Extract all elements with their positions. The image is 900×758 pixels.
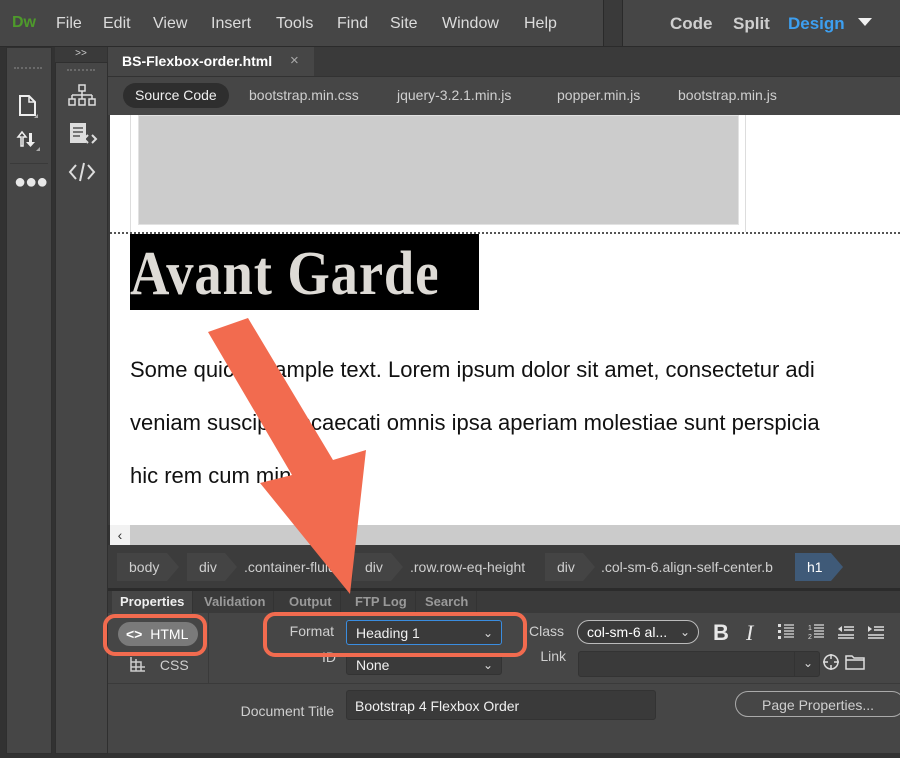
tab-properties[interactable]: Properties — [112, 591, 194, 613]
related-file-bootstrap-css[interactable]: bootstrap.min.css — [249, 87, 359, 103]
link-label: Link — [540, 648, 566, 664]
chevron-down-icon: ⌄ — [679, 625, 690, 639]
close-tab-icon[interactable]: × — [290, 52, 299, 69]
paragraph-line[interactable]: Some quick example text. Lorem ipsum dol… — [130, 357, 815, 383]
tab-validation[interactable]: Validation — [196, 591, 275, 613]
related-file-jquery[interactable]: jquery-3.2.1.min.js — [397, 87, 511, 103]
indent-icon[interactable] — [866, 622, 886, 645]
collapse-panels-button[interactable]: >> — [55, 47, 107, 62]
tag-div[interactable]: div — [545, 553, 595, 581]
link-input[interactable]: ⌄ — [578, 651, 820, 677]
document-title-input[interactable]: Bootstrap 4 Flexbox Order — [346, 690, 656, 720]
tab-output[interactable]: Output — [281, 591, 341, 613]
class-value: col-sm-6 al... — [587, 624, 668, 640]
dreamweaver-logo: Dw — [12, 14, 36, 31]
file-transfer-icon[interactable] — [16, 128, 42, 152]
related-file-bootstrap-js[interactable]: bootstrap.min.js — [678, 87, 777, 103]
id-value: None — [356, 657, 390, 673]
image-placeholder[interactable] — [138, 115, 739, 225]
browse-folder-icon[interactable] — [845, 654, 865, 675]
tag-row[interactable]: .row.row-eq-height — [404, 553, 533, 581]
related-file-popper[interactable]: popper.min.js — [557, 87, 640, 103]
related-file-source-code[interactable]: Source Code — [123, 83, 229, 108]
tag-col[interactable]: .col-sm-6.align-self-center.b — [595, 553, 781, 581]
bold-button[interactable]: B — [713, 620, 729, 646]
format-dropdown-callout — [263, 612, 527, 657]
chevron-down-icon: ⌄ — [482, 658, 493, 672]
toolbar-grip[interactable] — [67, 69, 95, 74]
page-properties-button[interactable]: Page Properties... — [735, 691, 900, 717]
italic-button[interactable]: I — [746, 620, 753, 646]
toolbar-grip[interactable] — [14, 67, 42, 72]
tab-ftp-log[interactable]: FTP Log — [347, 591, 416, 613]
menu-tools[interactable]: Tools — [276, 15, 313, 33]
dom-tree-icon[interactable] — [68, 84, 96, 110]
view-split-button[interactable]: Split — [733, 14, 770, 34]
class-label: Class — [528, 623, 564, 639]
menu-insert[interactable]: Insert — [211, 15, 251, 33]
menu-divider — [603, 0, 623, 46]
unordered-list-icon[interactable] — [777, 622, 795, 645]
scroll-left-icon[interactable]: ‹ — [110, 525, 130, 545]
chevron-down-icon[interactable]: ⌄ — [803, 652, 813, 674]
menu-view[interactable]: View — [153, 15, 187, 33]
tag-container-fluid[interactable]: .container-fluid — [238, 553, 344, 581]
menu-edit[interactable]: Edit — [103, 15, 131, 33]
menu-site[interactable]: Site — [390, 15, 418, 33]
css-grid-icon — [130, 656, 146, 672]
view-dropdown-icon[interactable] — [858, 18, 872, 26]
point-to-file-icon[interactable] — [822, 653, 840, 676]
menu-find[interactable]: Find — [337, 15, 368, 33]
tab-search[interactable]: Search — [417, 591, 478, 613]
document-tab-label[interactable]: BS-Flexbox-order.html — [122, 53, 272, 69]
new-file-icon[interactable] — [16, 94, 40, 118]
paragraph-line[interactable]: veniam suscipit obcaecati omnis ipsa ape… — [130, 410, 820, 436]
tag-h1-selected[interactable]: h1 — [795, 553, 843, 581]
code-view-icon[interactable] — [68, 161, 96, 183]
svg-text:1: 1 — [808, 625, 812, 632]
menu-help[interactable]: Help — [524, 15, 557, 33]
properties-separator — [108, 683, 900, 684]
code-navigator-icon[interactable] — [68, 122, 98, 148]
common-toolbar — [6, 47, 52, 754]
ordered-list-icon[interactable]: 12 — [807, 622, 825, 645]
design-view-border — [108, 115, 110, 525]
heading-h1[interactable]: Avant Garde — [130, 234, 437, 310]
css-mode-button[interactable]: CSS — [130, 656, 189, 673]
outdent-icon[interactable] — [836, 622, 856, 645]
document-title-label: Document Title — [240, 703, 334, 719]
view-code-button[interactable]: Code — [670, 14, 713, 34]
menu-file[interactable]: File — [56, 15, 82, 33]
class-dropdown[interactable]: col-sm-6 al... ⌄ — [577, 620, 699, 644]
view-design-button[interactable]: Design — [788, 14, 845, 34]
toolbar-separator — [10, 163, 48, 164]
horizontal-scrollbar[interactable] — [110, 525, 900, 545]
css-mode-label: CSS — [159, 657, 189, 673]
tag-div[interactable]: div — [187, 553, 237, 581]
paragraph-line[interactable]: hic rem cum minus odit. — [130, 463, 362, 489]
svg-text:2: 2 — [808, 634, 812, 640]
menu-window[interactable]: Window — [442, 15, 499, 33]
more-icon[interactable]: ●●● — [14, 172, 48, 192]
html-button-callout — [103, 614, 207, 656]
tag-div[interactable]: div — [353, 553, 403, 581]
tag-body[interactable]: body — [117, 553, 180, 581]
